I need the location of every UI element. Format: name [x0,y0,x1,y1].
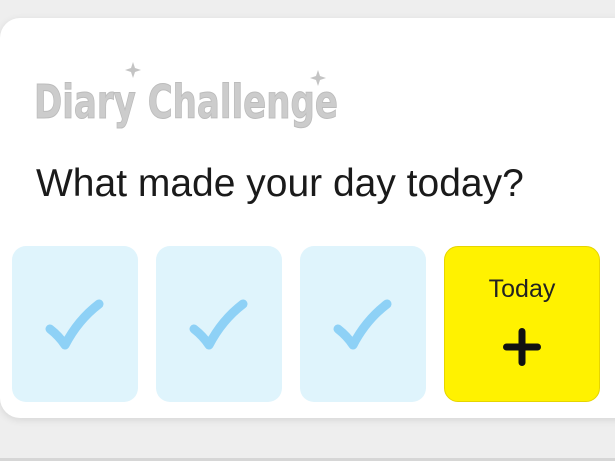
completed-day-tile[interactable] [156,246,282,402]
plus-icon [503,328,541,366]
diary-challenge-card: Diary Challenge What made your day today… [0,18,615,418]
today-add-entry-button[interactable]: Today [444,246,600,402]
logo-text: Diary Challenge [34,75,338,130]
checkmark-icon [45,299,104,350]
today-label: Today [488,275,556,303]
completed-day-tile[interactable] [12,246,138,402]
diary-challenge-logo: Diary Challenge [34,62,338,130]
checkmark-icon [189,299,248,350]
day-tiles-row: Today [12,246,602,402]
checkmark-icon [333,299,392,350]
daily-prompt-question: What made your day today? [36,162,524,205]
completed-day-tile[interactable] [300,246,426,402]
